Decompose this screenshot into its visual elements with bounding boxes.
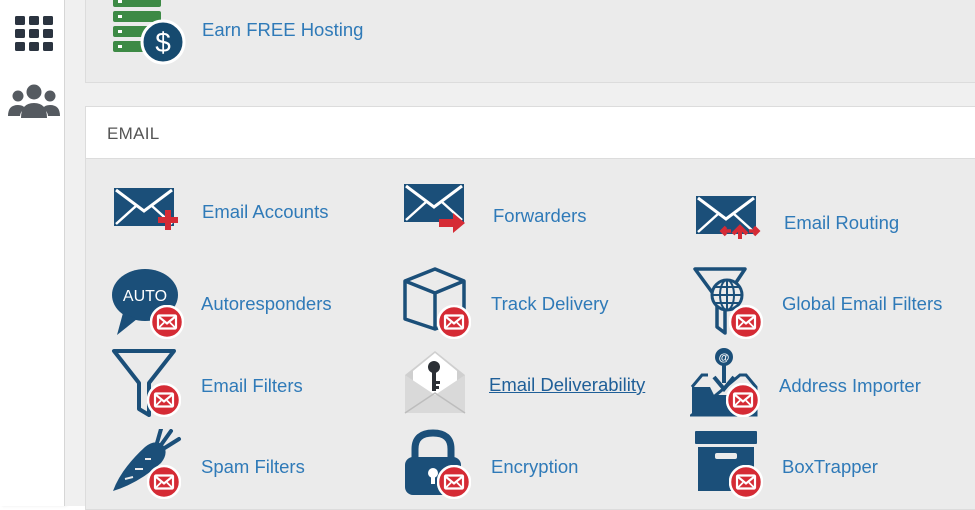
email-deliverability-label: Email Deliverability xyxy=(489,374,646,395)
svg-text:AUTO: AUTO xyxy=(123,288,167,305)
box-icon xyxy=(403,267,471,339)
email-routing-link[interactable]: Email Routing xyxy=(693,181,953,245)
email-section-title: EMAIL xyxy=(107,124,160,143)
forwarders-link[interactable]: Forwarders xyxy=(401,181,661,245)
envelope-plus-icon xyxy=(114,188,178,230)
padlock-icon xyxy=(405,429,471,499)
email-accounts-label: Email Accounts xyxy=(202,201,329,222)
email-filters-label: Email Filters xyxy=(201,375,303,396)
apps-grid-icon xyxy=(15,16,53,51)
email-filters-link[interactable]: Email Filters xyxy=(111,347,371,417)
apps-grid-button[interactable] xyxy=(8,12,60,56)
email-panel: EMAIL Email Accounts Forwarders Email Ro… xyxy=(85,106,975,510)
inbox-import-icon: @ xyxy=(690,348,760,417)
main-content: $ Earn FREE Hosting EMAIL Email Accounts xyxy=(65,0,975,510)
svg-text:@: @ xyxy=(719,352,730,364)
email-section-header[interactable]: EMAIL xyxy=(86,107,975,159)
spam-filters-label: Spam Filters xyxy=(201,456,305,477)
forwarders-label: Forwarders xyxy=(493,205,587,226)
auto-bubble-icon: AUTO xyxy=(112,269,184,339)
email-deliverability-link[interactable]: Email Deliverability xyxy=(401,347,681,414)
server-dollar-icon: $ xyxy=(113,0,186,65)
boxtrapper-link[interactable]: BoxTrapper xyxy=(693,429,953,499)
earn-free-hosting-link[interactable]: $ Earn FREE Hosting xyxy=(111,0,411,65)
email-accounts-link[interactable]: Email Accounts xyxy=(111,181,371,245)
global-email-filters-link[interactable]: Global Email Filters xyxy=(693,267,973,339)
promo-panel: $ Earn FREE Hosting xyxy=(85,0,975,83)
globe-filter-icon xyxy=(693,267,763,339)
autoresponders-link[interactable]: AUTO Autoresponders xyxy=(111,267,371,339)
users-icon xyxy=(8,84,60,118)
encryption-label: Encryption xyxy=(491,456,579,477)
spam-filters-link[interactable]: Spam Filters xyxy=(111,429,371,499)
envelope-key-icon xyxy=(404,351,466,414)
carrot-icon xyxy=(113,429,181,499)
archive-box-icon xyxy=(695,431,763,499)
sidebar xyxy=(0,0,65,506)
promo-label: Earn FREE Hosting xyxy=(202,19,364,40)
users-button[interactable] xyxy=(8,80,60,124)
address-importer-link[interactable]: @ Address Importer xyxy=(690,347,970,417)
autoresponders-label: Autoresponders xyxy=(201,293,332,314)
envelope-arrow-icon xyxy=(404,184,465,233)
track-delivery-link[interactable]: Track Delivery xyxy=(401,267,661,339)
encryption-link[interactable]: Encryption xyxy=(401,429,661,499)
email-routing-label: Email Routing xyxy=(784,212,900,233)
address-importer-label: Address Importer xyxy=(779,375,921,396)
funnel-icon xyxy=(112,349,181,417)
global-email-filters-label: Global Email Filters xyxy=(782,293,943,314)
svg-text:$: $ xyxy=(155,27,171,58)
envelope-routing-icon xyxy=(696,196,761,239)
boxtrapper-label: BoxTrapper xyxy=(782,456,878,477)
track-delivery-label: Track Delivery xyxy=(491,293,609,314)
